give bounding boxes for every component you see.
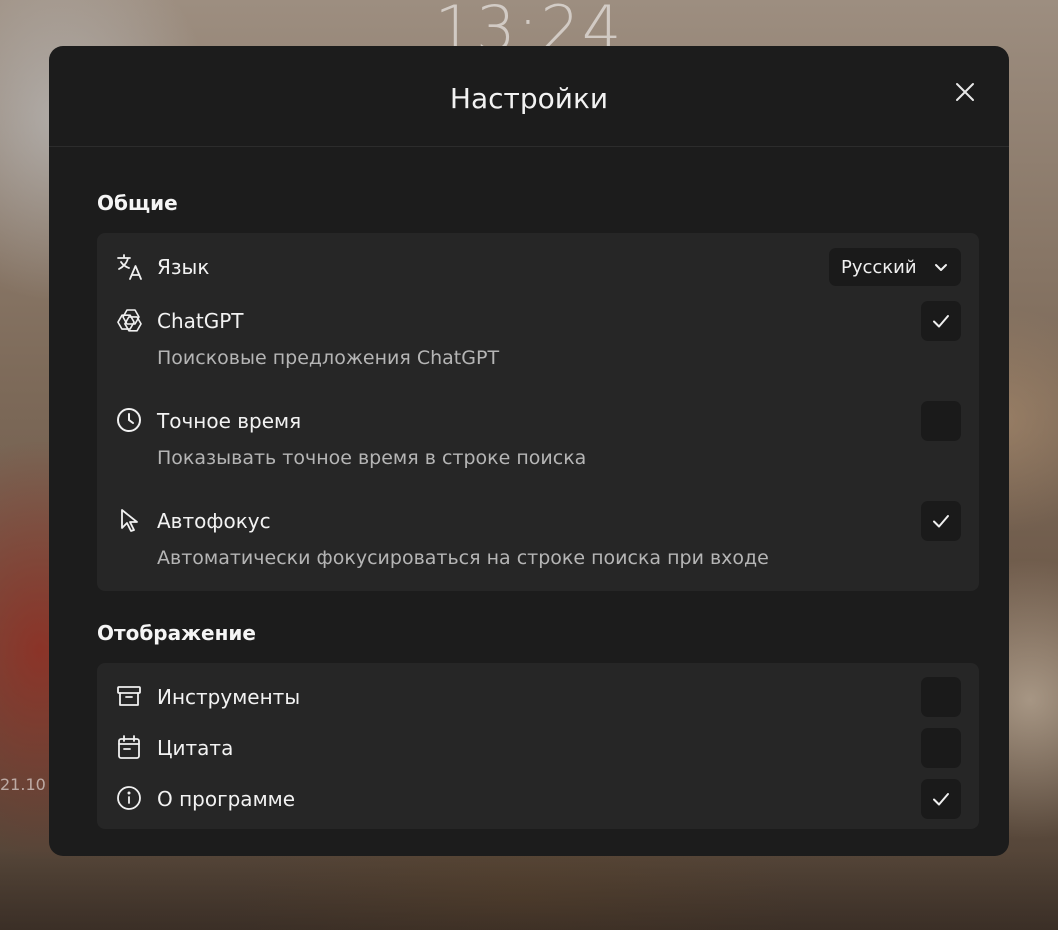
checkmark-icon <box>933 793 949 806</box>
openai-icon <box>115 306 145 336</box>
section-title-general: Общие <box>97 191 178 215</box>
chevron-down-icon <box>935 264 947 271</box>
checkmark-icon <box>933 515 949 528</box>
dialog-title: Настройки <box>449 82 609 115</box>
language-selected-value: Русский <box>841 256 917 278</box>
exact-time-description: Показывать точное время в строке поиска <box>157 447 587 469</box>
quote-checkbox[interactable] <box>921 728 961 768</box>
quote-label: Цитата <box>157 736 234 760</box>
archive-icon <box>115 682 145 712</box>
wallpaper-shade <box>0 850 1058 930</box>
autofocus-row: Автофокус <box>115 501 961 541</box>
language-select[interactable]: Русский <box>829 248 961 286</box>
tools-row: Инструменты <box>115 677 961 717</box>
info-icon <box>115 784 145 814</box>
settings-dialog: Настройки Общие Язык Русский ChatGPT Пои… <box>49 46 1009 856</box>
about-row: О программе <box>115 779 961 819</box>
cursor-icon <box>115 506 145 536</box>
chatgpt-label: ChatGPT <box>157 309 244 333</box>
translate-icon <box>115 252 145 282</box>
language-row: Язык Русский <box>115 247 961 287</box>
autofocus-checkbox[interactable] <box>921 501 961 541</box>
quote-row: Цитата <box>115 728 961 768</box>
about-checkbox[interactable] <box>921 779 961 819</box>
tools-label: Инструменты <box>157 685 301 709</box>
dialog-header: Настройки <box>49 46 1009 147</box>
tools-checkbox[interactable] <box>921 677 961 717</box>
checkmark-icon <box>933 315 949 328</box>
close-button[interactable] <box>953 80 977 104</box>
autofocus-label: Автофокус <box>157 509 271 533</box>
language-label: Язык <box>157 255 210 279</box>
dialog-content: Общие Язык Русский ChatGPT Поисковые пре… <box>49 191 1009 829</box>
section-title-display: Отображение <box>97 621 256 645</box>
clock-icon <box>115 406 145 436</box>
chatgpt-row: ChatGPT <box>115 301 961 341</box>
exact-time-row: Точное время <box>115 401 961 441</box>
display-settings-card: Инструменты Цитата О программе <box>97 663 979 829</box>
exact-time-label: Точное время <box>157 409 302 433</box>
autofocus-description: Автоматически фокусироваться на строке п… <box>157 547 769 569</box>
wallpaper-label: 21.10 <box>0 775 46 794</box>
about-label: О программе <box>157 787 296 811</box>
chatgpt-checkbox[interactable] <box>921 301 961 341</box>
general-settings-card: Язык Русский ChatGPT Поисковые предложен… <box>97 233 979 591</box>
close-icon <box>956 83 974 101</box>
exact-time-checkbox[interactable] <box>921 401 961 441</box>
chatgpt-description: Поисковые предложения ChatGPT <box>157 347 500 369</box>
calendar-icon <box>115 733 145 763</box>
